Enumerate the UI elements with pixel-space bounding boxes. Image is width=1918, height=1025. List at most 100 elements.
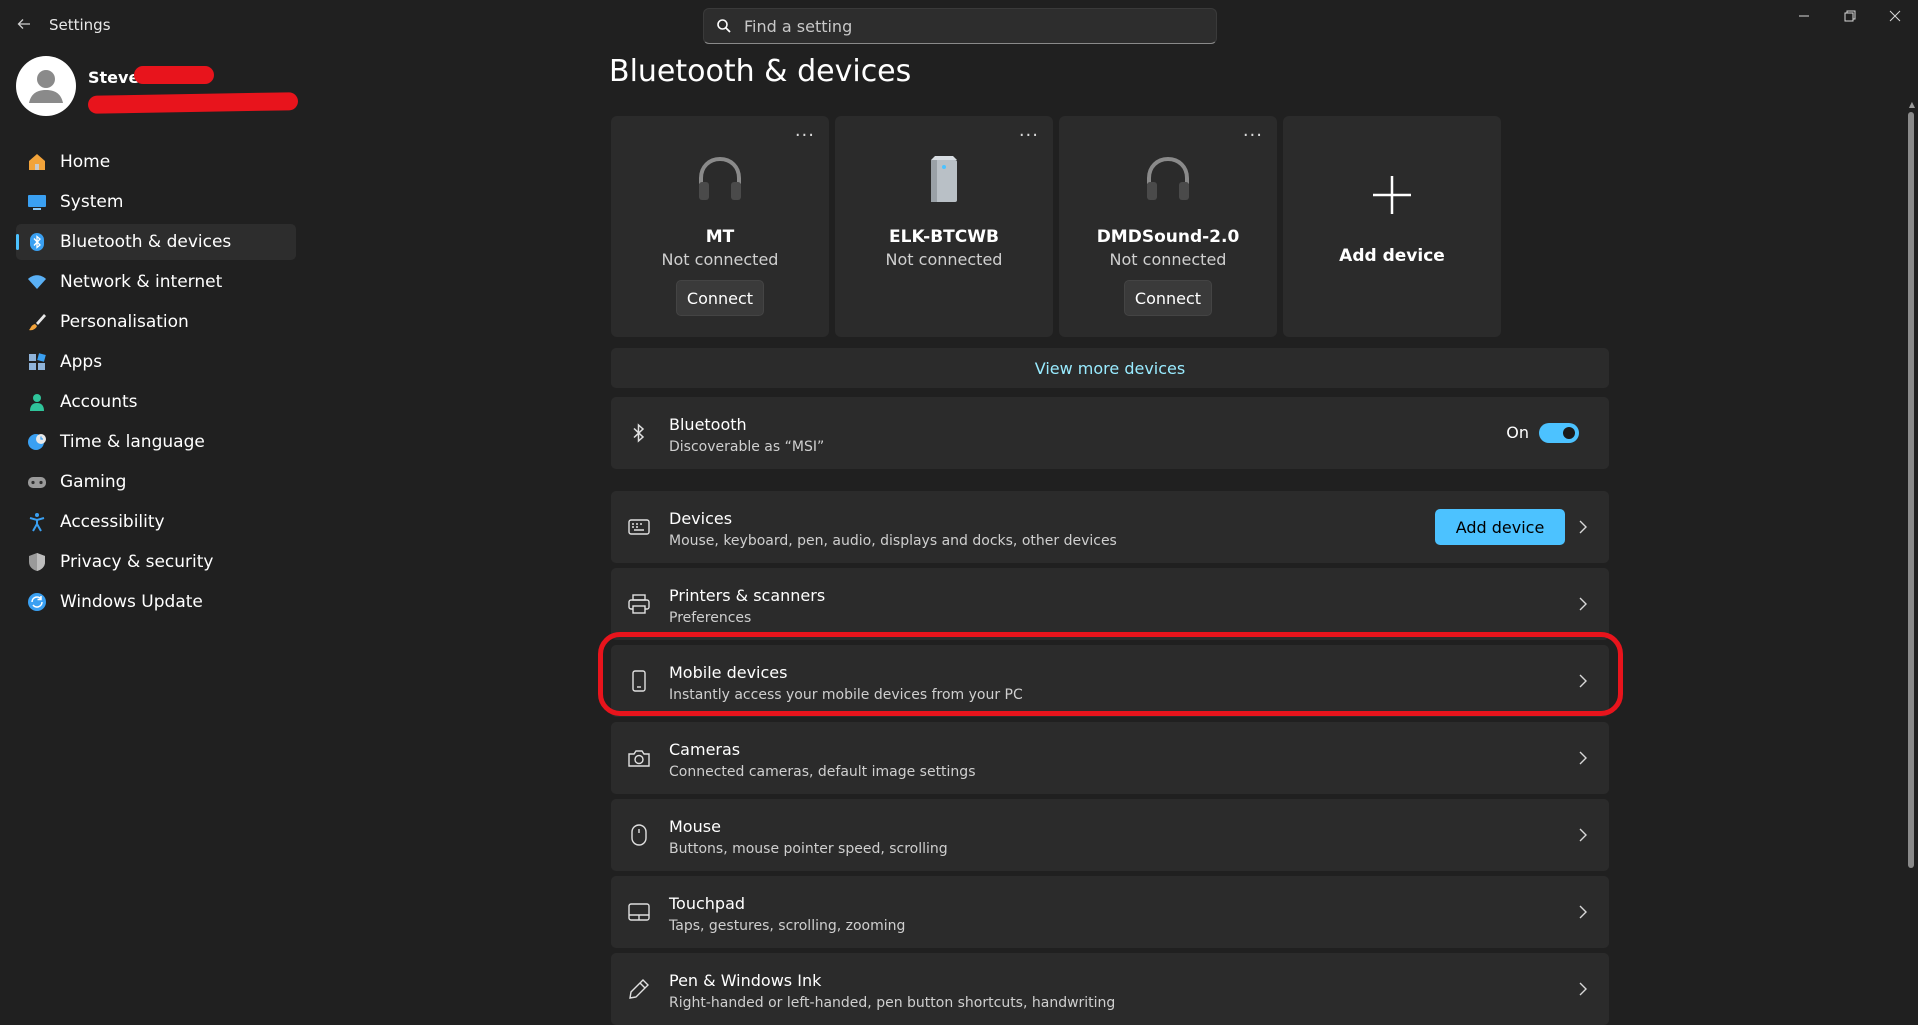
- plus-icon: [1283, 174, 1501, 216]
- connect-button[interactable]: Connect: [676, 280, 764, 316]
- brush-icon: [26, 311, 48, 333]
- row-title: Cameras: [669, 740, 741, 759]
- person-placeholder-icon: [29, 70, 63, 103]
- device-name: DMDSound-2.0: [1096, 227, 1240, 247]
- chevron-right-icon: [1575, 979, 1591, 999]
- sidebar-item-windows-update[interactable]: Windows Update: [16, 584, 296, 620]
- close-button[interactable]: [1872, 0, 1918, 32]
- bluetooth-row: Bluetooth Discoverable as “MSI” On: [611, 397, 1609, 469]
- phone-icon: [627, 669, 651, 693]
- restore-button[interactable]: [1827, 0, 1873, 32]
- device-name: ELK-BTCWB: [889, 227, 999, 247]
- accessibility-icon: [26, 511, 48, 533]
- chevron-right-icon: [1575, 902, 1591, 922]
- row-title: Mouse: [669, 817, 721, 836]
- connect-button[interactable]: Connect: [1124, 280, 1212, 316]
- row-title: Devices: [669, 509, 733, 528]
- row-subtitle: Instantly access your mobile devices fro…: [669, 687, 1023, 703]
- row-subtitle: Buttons, mouse pointer speed, scrolling: [669, 841, 948, 857]
- wifi-icon: [26, 271, 48, 293]
- more-options-button[interactable]: ...: [1019, 120, 1039, 141]
- device-card[interactable]: ... DMDSound-2.0 Not connected Connect: [1059, 116, 1277, 337]
- sidebar-item-accessibility[interactable]: Accessibility: [16, 504, 296, 540]
- row-title: Printers & scanners: [669, 586, 826, 605]
- scrollbar-thumb[interactable]: [1908, 112, 1914, 868]
- sidebar-nav: Home System Bluetooth & devices Network …: [16, 144, 296, 624]
- settings-row-devices[interactable]: Devices Mouse, keyboard, pen, audio, dis…: [611, 491, 1609, 563]
- settings-row-cameras[interactable]: Cameras Connected cameras, default image…: [611, 722, 1609, 794]
- sidebar-item-network-internet[interactable]: Network & internet: [16, 264, 296, 300]
- add-device-card[interactable]: Add device: [1283, 116, 1501, 337]
- back-button[interactable]: [12, 12, 36, 36]
- mouse-icon: [627, 823, 651, 847]
- close-icon: [1889, 10, 1901, 22]
- bluetooth-icon: [26, 231, 48, 253]
- redaction-mark: [134, 66, 214, 84]
- device-card[interactable]: ... MT Not connected Connect: [611, 116, 829, 337]
- sync-icon: [26, 591, 48, 613]
- toggle-state-label: On: [1506, 423, 1529, 442]
- sidebar-item-system[interactable]: System: [16, 184, 296, 220]
- chevron-right-icon: [1575, 671, 1591, 691]
- row-subtitle: Preferences: [669, 610, 752, 626]
- search-box[interactable]: [703, 8, 1217, 44]
- add-device-label: Add device: [1339, 246, 1445, 266]
- row-subtitle: Right-handed or left-handed, pen button …: [669, 995, 1116, 1011]
- sidebar-item-personalisation[interactable]: Personalisation: [16, 304, 296, 340]
- chevron-right-icon: [1575, 825, 1591, 845]
- device-status: Not connected: [885, 250, 1003, 269]
- device-card[interactable]: ... ELK-BTCWB Not connected: [835, 116, 1053, 337]
- sidebar-item-label: Accessibility: [60, 512, 165, 532]
- sidebar-item-privacy-security[interactable]: Privacy & security: [16, 544, 296, 580]
- sidebar-item-accounts[interactable]: Accounts: [16, 384, 296, 420]
- chevron-right-icon: [1575, 594, 1591, 614]
- bluetooth-toggle[interactable]: [1539, 423, 1579, 443]
- sidebar-item-label: Time & language: [60, 432, 205, 452]
- scroll-up-arrow-icon[interactable]: ▲: [1909, 100, 1915, 109]
- settings-row-printers-scanners[interactable]: Printers & scanners Preferences: [611, 568, 1609, 640]
- minimize-button[interactable]: [1781, 0, 1827, 32]
- home-icon: [26, 151, 48, 173]
- search-input[interactable]: [744, 16, 1216, 36]
- page-title: Bluetooth & devices: [609, 54, 912, 89]
- sidebar-item-gaming[interactable]: Gaming: [16, 464, 296, 500]
- user-profile[interactable]: Steve: [16, 56, 306, 120]
- person-icon: [26, 391, 48, 413]
- speaker-tower-icon: [835, 154, 1053, 204]
- sidebar-item-label: Windows Update: [60, 592, 203, 612]
- row-subtitle: Connected cameras, default image setting…: [669, 764, 976, 780]
- add-device-button[interactable]: Add device: [1435, 509, 1565, 545]
- search-icon: [717, 19, 731, 33]
- restore-icon: [1844, 10, 1856, 22]
- camera-icon: [627, 746, 651, 770]
- headphones-icon: [611, 154, 829, 204]
- row-subtitle: Mouse, keyboard, pen, audio, displays an…: [669, 533, 1117, 549]
- more-options-button[interactable]: ...: [795, 120, 815, 141]
- settings-row-mouse[interactable]: Mouse Buttons, mouse pointer speed, scro…: [611, 799, 1609, 871]
- device-name: MT: [705, 227, 735, 247]
- sidebar-item-apps[interactable]: Apps: [16, 344, 296, 380]
- settings-row-mobile-devices[interactable]: Mobile devices Instantly access your mob…: [611, 645, 1609, 717]
- headphones-icon: [1059, 154, 1277, 204]
- sidebar-item-label: Gaming: [60, 472, 127, 492]
- sidebar-item-time-language[interactable]: Time & language: [16, 424, 296, 460]
- row-title: Bluetooth: [669, 415, 747, 434]
- profile-name: Steve: [88, 68, 140, 87]
- device-status: Not connected: [661, 250, 779, 269]
- settings-row-touchpad[interactable]: Touchpad Taps, gestures, scrolling, zoom…: [611, 876, 1609, 948]
- sidebar-item-label: Accounts: [60, 392, 138, 412]
- avatar: [16, 56, 76, 116]
- sidebar-item-label: Home: [60, 152, 111, 172]
- globe-clock-icon: [26, 431, 48, 453]
- sidebar-item-home[interactable]: Home: [16, 144, 296, 180]
- printer-icon: [627, 592, 651, 616]
- sidebar-item-bluetooth-devices[interactable]: Bluetooth & devices: [16, 224, 296, 260]
- sidebar-item-label: System: [60, 192, 124, 212]
- pen-icon: [627, 977, 651, 1001]
- redaction-mark: [87, 92, 299, 114]
- settings-row-pen-windows-ink[interactable]: Pen & Windows Ink Right-handed or left-h…: [611, 953, 1609, 1025]
- view-more-devices-link[interactable]: View more devices: [611, 348, 1609, 388]
- device-status: Not connected: [1109, 250, 1227, 269]
- more-options-button[interactable]: ...: [1243, 120, 1263, 141]
- row-subtitle: Taps, gestures, scrolling, zooming: [669, 918, 906, 934]
